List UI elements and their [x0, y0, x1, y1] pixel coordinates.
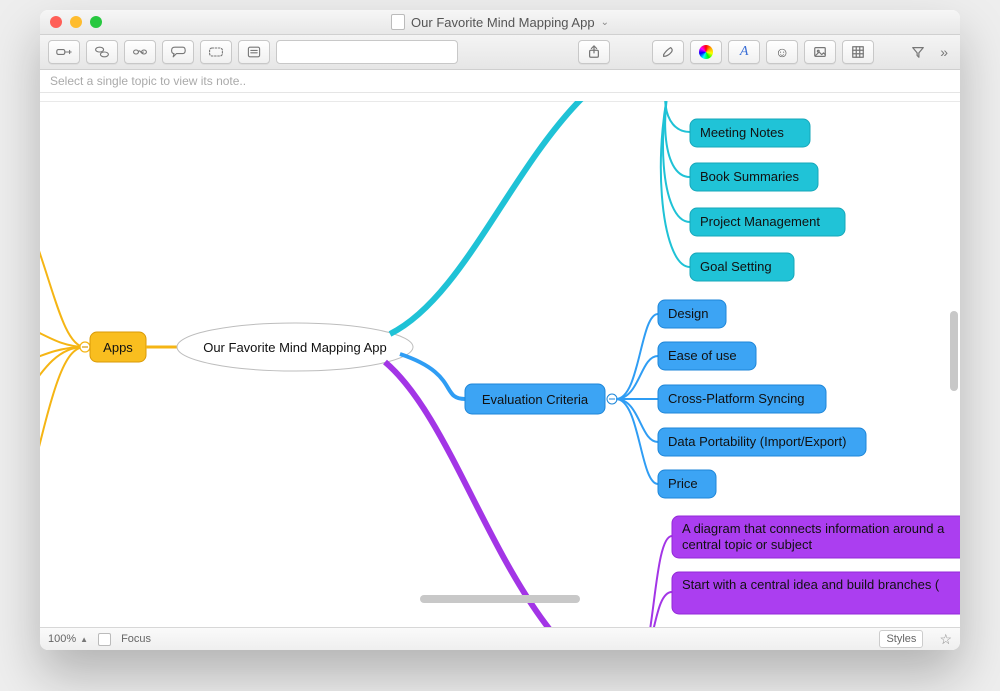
color-wheel-icon	[699, 45, 713, 59]
note-placeholder: Select a single topic to view its note..	[50, 74, 246, 88]
teal-group: Meeting Notes Book Summaries Project Man…	[661, 101, 845, 281]
svg-text:Project Management: Project Management	[700, 214, 820, 229]
node-cross-platform-syncing[interactable]: Cross-Platform Syncing	[658, 385, 826, 413]
mindmap-canvas[interactable]: Apps Our Favorite Mind Mapping App M	[40, 93, 960, 627]
styles-label: Styles	[886, 633, 916, 645]
color-button[interactable]	[690, 40, 722, 64]
svg-text:Start with a central idea and: Start with a central idea and build bran…	[682, 577, 940, 592]
node-ease-of-use[interactable]: Ease of use	[658, 342, 756, 370]
mindmap-svg: Apps Our Favorite Mind Mapping App M	[40, 101, 960, 627]
favorite-icon[interactable]: ☆	[939, 631, 952, 648]
styles-button[interactable]: Styles	[879, 630, 923, 648]
node-purple-1[interactable]: A diagram that connects information arou…	[672, 516, 960, 558]
node-purple-2[interactable]: Start with a central idea and build bran…	[672, 572, 960, 614]
svg-text:Design: Design	[668, 306, 708, 321]
zoom-value: 100%	[48, 633, 76, 645]
node-data-portability[interactable]: Data Portability (Import/Export)	[658, 428, 866, 456]
node-book-summaries[interactable]: Book Summaries	[690, 163, 818, 191]
eval-children-connectors	[607, 314, 658, 484]
svg-text:Evaluation Criteria: Evaluation Criteria	[482, 392, 589, 407]
search-input[interactable]	[276, 40, 458, 64]
relationship-button[interactable]	[124, 40, 156, 64]
toolbar: A ☺ »	[40, 35, 960, 70]
emoji-button[interactable]: ☺	[766, 40, 798, 64]
note-bar[interactable]: Select a single topic to view its note..	[40, 70, 960, 93]
zoom-control[interactable]: 100% ▲	[48, 633, 88, 645]
focus-label: Focus	[121, 633, 151, 645]
minimize-window-button[interactable]	[70, 16, 82, 28]
titlebar: Our Favorite Mind Mapping App ⌄	[40, 10, 960, 35]
purple-children-connectors	[642, 536, 672, 627]
new-sibling-topic-button[interactable]	[86, 40, 118, 64]
branch-teal	[390, 101, 680, 334]
svg-text:Cross-Platform Syncing: Cross-Platform Syncing	[668, 391, 805, 406]
svg-text:central topic or subject: central topic or subject	[682, 537, 812, 552]
vertical-scrollbar[interactable]	[950, 311, 958, 391]
svg-text:Book Summaries: Book Summaries	[700, 169, 799, 184]
style-brush-button[interactable]	[652, 40, 684, 64]
node-design[interactable]: Design	[658, 300, 726, 328]
toolbar-overflow-button[interactable]: »	[936, 45, 952, 59]
svg-text:Data Portability (Import/Expor: Data Portability (Import/Export)	[668, 434, 846, 449]
window-title-text: Our Favorite Mind Mapping App	[411, 15, 595, 30]
svg-text:Goal Setting: Goal Setting	[700, 259, 772, 274]
grid-button[interactable]	[842, 40, 874, 64]
apps-branch-connectors	[40, 204, 90, 524]
node-apps[interactable]: Apps	[90, 332, 146, 362]
font-button[interactable]: A	[728, 40, 760, 64]
eval-children: Design Ease of use Cross-Platform Syncin…	[658, 300, 866, 498]
node-evaluation-criteria[interactable]: Evaluation Criteria	[465, 384, 605, 414]
boundary-button[interactable]	[200, 40, 232, 64]
svg-text:Apps: Apps	[103, 340, 133, 355]
status-bar: 100% ▲ Focus Styles ☆	[40, 627, 960, 650]
svg-text:A diagram that connects inform: A diagram that connects information arou…	[682, 521, 945, 536]
focus-checkbox[interactable]	[98, 633, 111, 646]
close-window-button[interactable]	[50, 16, 62, 28]
node-center[interactable]: Our Favorite Mind Mapping App	[177, 323, 413, 371]
node-meeting-notes[interactable]: Meeting Notes	[690, 119, 810, 147]
svg-text:Price: Price	[668, 476, 698, 491]
node-project-management[interactable]: Project Management	[690, 208, 845, 236]
node-price[interactable]: Price	[658, 470, 716, 498]
note-button[interactable]	[238, 40, 270, 64]
svg-text:Ease of use: Ease of use	[668, 348, 737, 363]
filter-button[interactable]	[906, 41, 930, 63]
window-controls	[50, 16, 102, 28]
new-child-topic-button[interactable]	[48, 40, 80, 64]
svg-text:Our Favorite Mind Mapping App: Our Favorite Mind Mapping App	[203, 340, 387, 355]
window-title: Our Favorite Mind Mapping App ⌄	[40, 14, 960, 30]
callout-button[interactable]	[162, 40, 194, 64]
app-window: Our Favorite Mind Mapping App ⌄	[40, 10, 960, 650]
svg-text:Meeting Notes: Meeting Notes	[700, 125, 784, 140]
zoom-up-icon[interactable]: ▲	[80, 635, 88, 644]
share-button[interactable]	[578, 40, 610, 64]
image-button[interactable]	[804, 40, 836, 64]
document-icon	[391, 14, 405, 30]
node-goal-setting[interactable]: Goal Setting	[690, 253, 794, 281]
title-dropdown-icon[interactable]: ⌄	[601, 17, 609, 28]
zoom-window-button[interactable]	[90, 16, 102, 28]
horizontal-scrollbar[interactable]	[420, 595, 580, 603]
